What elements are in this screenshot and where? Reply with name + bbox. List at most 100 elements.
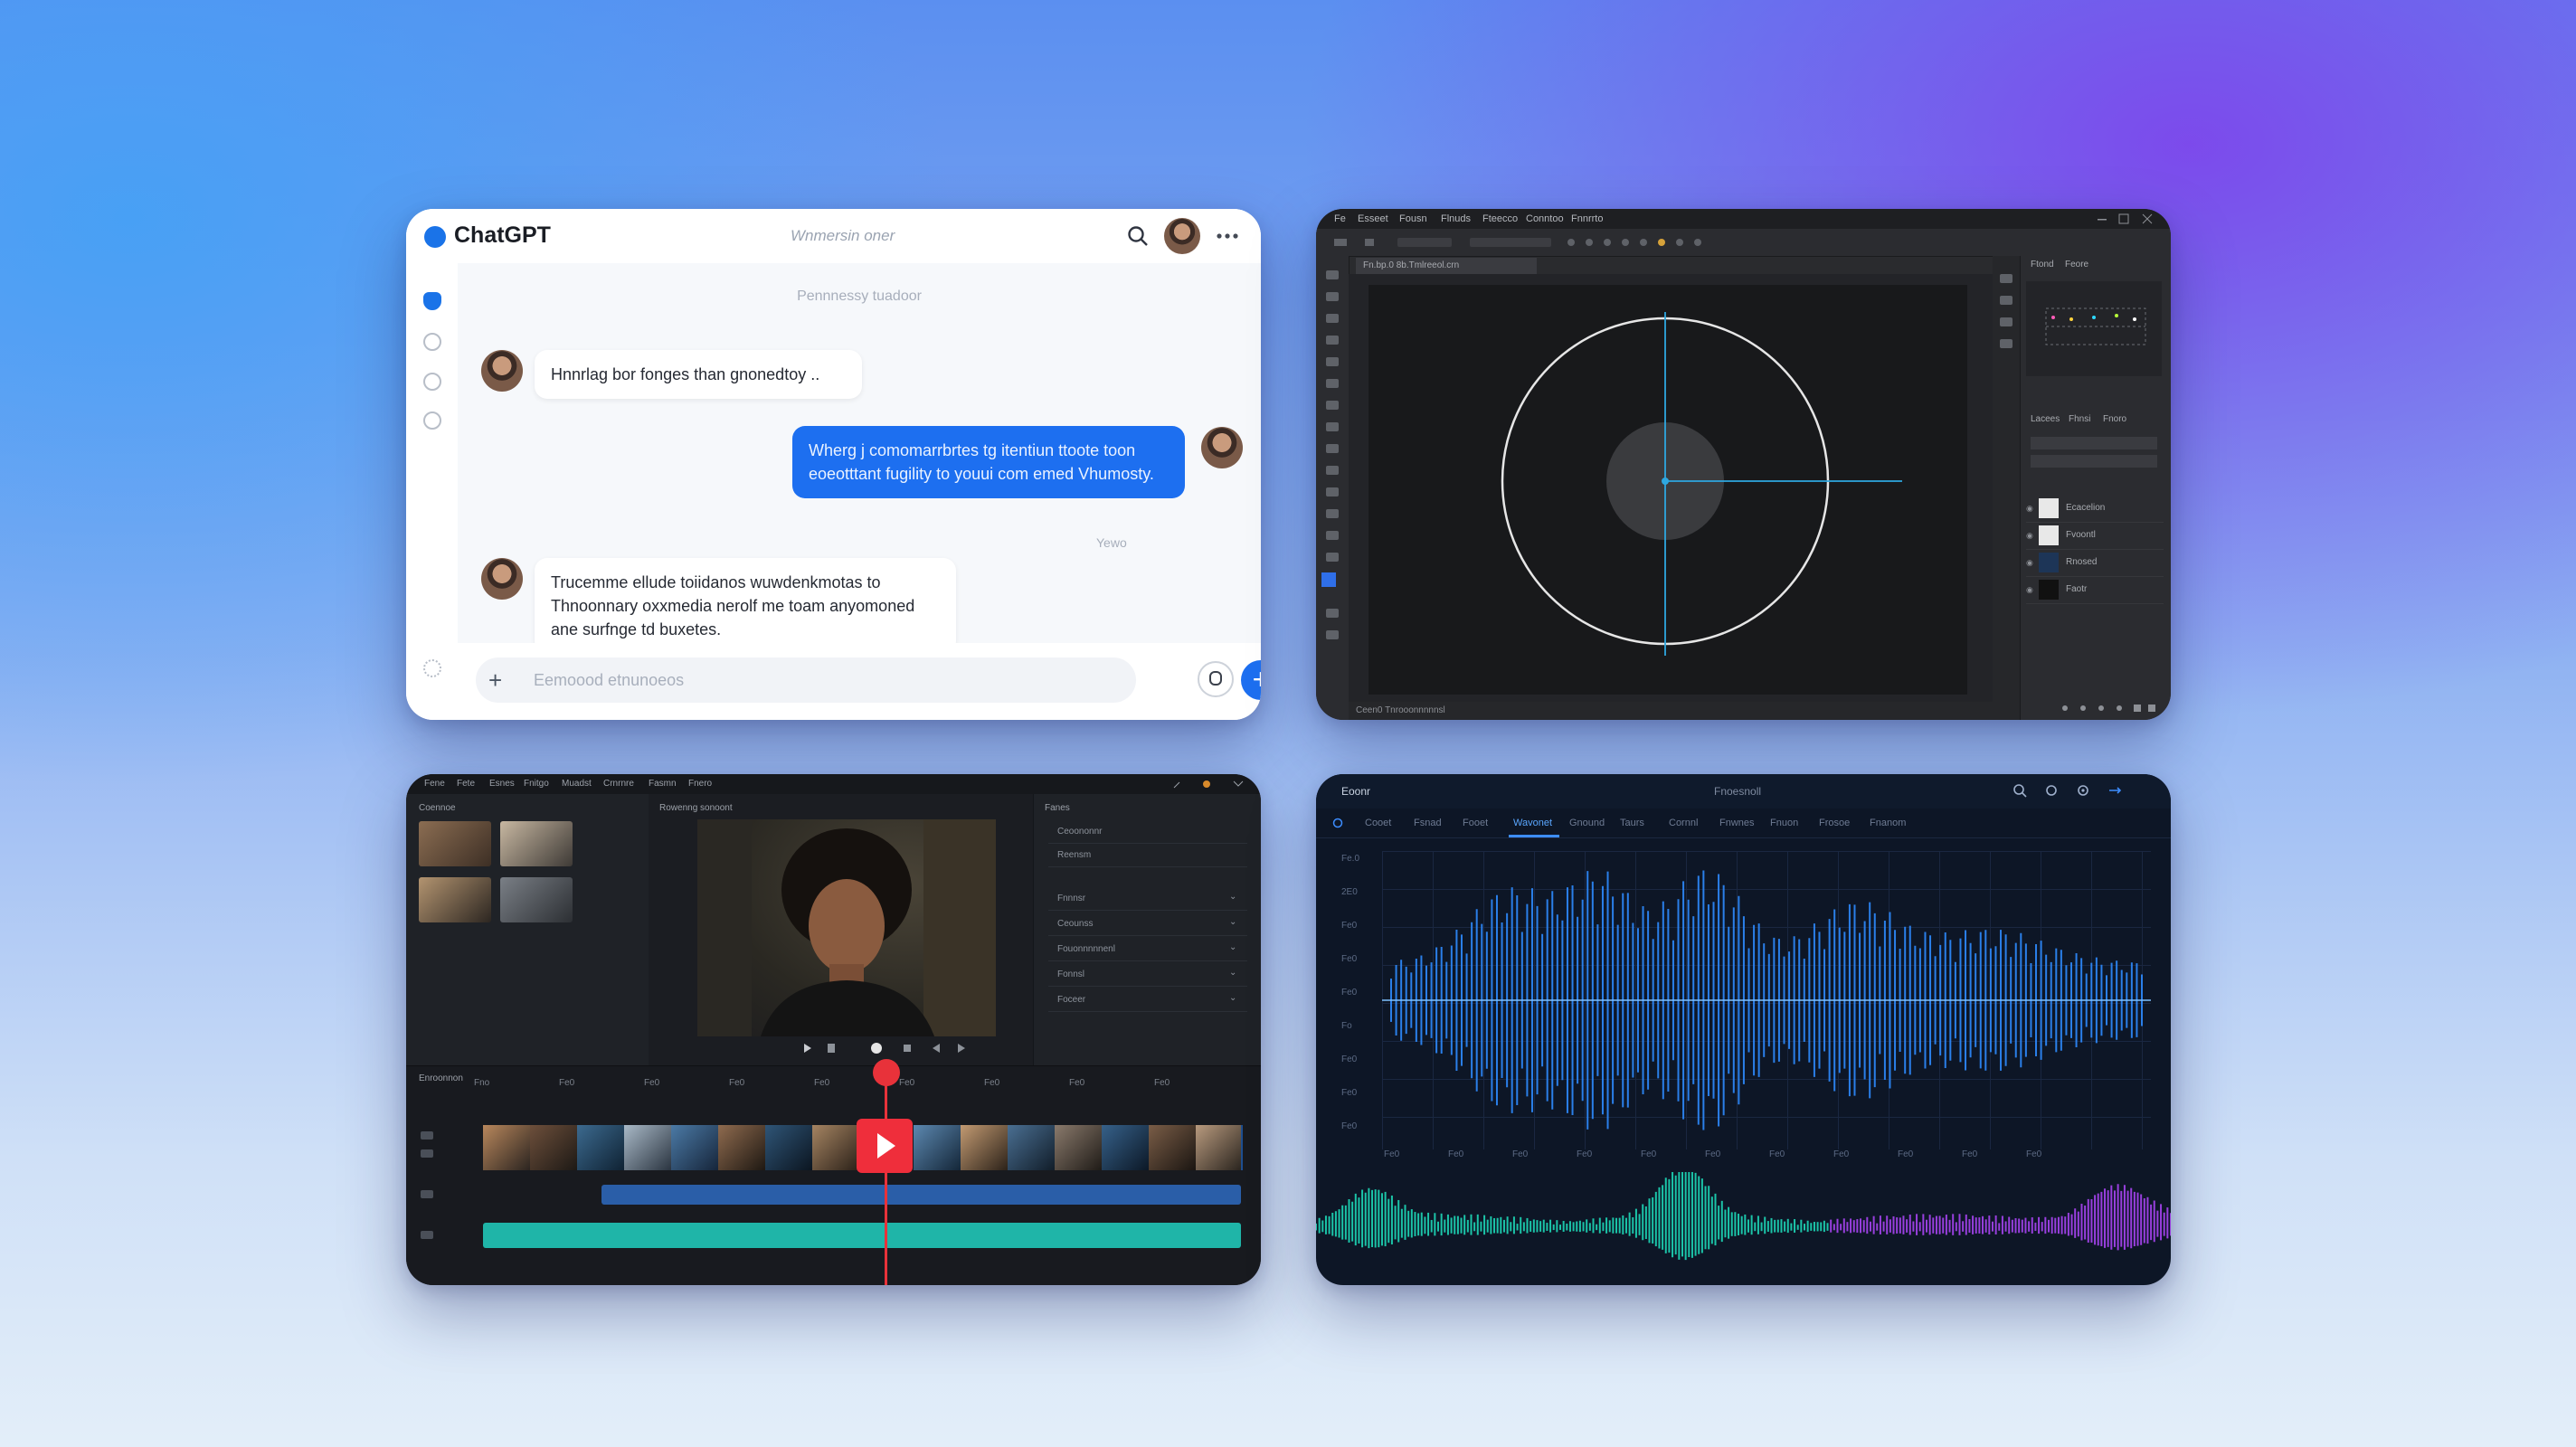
menu-item[interactable]: Conntoo bbox=[1526, 213, 1564, 224]
chevron-down-icon[interactable]: ⌄ bbox=[1229, 993, 1236, 1003]
history-icon[interactable] bbox=[423, 333, 441, 351]
menu-item[interactable]: Fasmn bbox=[649, 779, 677, 789]
pen-tool-icon[interactable] bbox=[1326, 466, 1339, 475]
marquee-tool-icon[interactable] bbox=[1326, 292, 1339, 301]
play-button[interactable] bbox=[857, 1119, 913, 1173]
anchor-point[interactable] bbox=[1662, 478, 1669, 485]
track-video-icon[interactable] bbox=[421, 1131, 433, 1140]
video-clip[interactable] bbox=[765, 1125, 814, 1170]
eyedropper-tool-icon[interactable] bbox=[1326, 357, 1339, 366]
media-thumbnail[interactable] bbox=[419, 877, 491, 922]
property-row[interactable]: Ceounss ⌄ bbox=[1048, 912, 1247, 936]
spectrum-strip[interactable] bbox=[1316, 1172, 2171, 1285]
video-clip[interactable] bbox=[1055, 1125, 1103, 1170]
settings-icon[interactable] bbox=[2076, 783, 2090, 798]
menu-item[interactable]: Fete bbox=[457, 779, 475, 789]
media-thumbnail[interactable] bbox=[419, 821, 491, 866]
menu-item[interactable]: Fnnrrto bbox=[1571, 213, 1603, 224]
video-clip[interactable] bbox=[577, 1125, 626, 1170]
panel-tab[interactable]: Feore bbox=[2065, 260, 2088, 270]
property-row[interactable]: Fonnsl ⌄ bbox=[1048, 962, 1247, 987]
document-tab[interactable]: Fn.bp.0 8b.Tmlreeol.crn bbox=[1356, 258, 1537, 274]
window-controls[interactable] bbox=[2094, 213, 2157, 224]
message-input[interactable]: + Eemoood etnunoeos bbox=[476, 657, 1136, 703]
menu-item[interactable]: Esnes bbox=[489, 779, 515, 789]
plus-icon[interactable]: + bbox=[488, 667, 502, 695]
video-clip[interactable] bbox=[914, 1125, 962, 1170]
eye-icon[interactable]: ◉ bbox=[2026, 558, 2033, 568]
gradient-tool-icon[interactable] bbox=[1326, 444, 1339, 453]
tab[interactable]: Fsnad bbox=[1414, 818, 1442, 828]
track-music-icon[interactable] bbox=[421, 1231, 433, 1239]
blend-mode-select[interactable] bbox=[2031, 437, 2157, 449]
property-row[interactable]: Reensm bbox=[1048, 843, 1247, 867]
menu-item[interactable]: Fe bbox=[1334, 213, 1346, 224]
crop-tool-icon[interactable] bbox=[1326, 336, 1339, 345]
panel-tab[interactable]: Ftond bbox=[2031, 260, 2054, 270]
chevron-down-icon[interactable]: ⌄ bbox=[1229, 968, 1236, 978]
screenmode-tool-icon[interactable] bbox=[1326, 630, 1339, 639]
chevron-down-icon[interactable]: ⌄ bbox=[1229, 892, 1236, 902]
type-tool-icon[interactable] bbox=[1326, 487, 1339, 497]
more-icon[interactable] bbox=[1216, 231, 1239, 241]
tab[interactable]: Fnwnes bbox=[1719, 818, 1755, 828]
zoom-tool-icon[interactable] bbox=[1326, 553, 1339, 562]
search-icon[interactable] bbox=[2012, 783, 2027, 798]
tab[interactable]: Cooet bbox=[1365, 818, 1391, 828]
track-lock-icon[interactable] bbox=[421, 1149, 433, 1158]
send-button[interactable]: + bbox=[1241, 660, 1261, 700]
document-canvas[interactable] bbox=[1368, 285, 1967, 695]
video-clip[interactable] bbox=[483, 1125, 532, 1170]
playhead[interactable] bbox=[885, 1065, 887, 1285]
options-icons[interactable] bbox=[1334, 236, 1714, 249]
audio-track-clip[interactable] bbox=[601, 1185, 1241, 1205]
property-row[interactable]: Fnnnsr ⌄ bbox=[1048, 886, 1247, 911]
tab[interactable]: Gnound bbox=[1569, 818, 1605, 828]
video-clip[interactable] bbox=[530, 1125, 579, 1170]
layer-action-icons[interactable] bbox=[2058, 702, 2157, 714]
layer-row[interactable]: ◉ Ecacelion bbox=[2026, 495, 2164, 523]
lasso-tool-icon[interactable] bbox=[1326, 314, 1339, 323]
property-row[interactable]: Fouonnnnnenl ⌄ bbox=[1048, 937, 1247, 961]
media-thumbnail[interactable] bbox=[500, 877, 573, 922]
menu-item[interactable]: Crnrnre bbox=[603, 779, 634, 789]
eye-icon[interactable]: ◉ bbox=[2026, 531, 2033, 541]
curves-graph[interactable] bbox=[2026, 281, 2162, 376]
library-icon[interactable] bbox=[423, 411, 441, 430]
track-audio-icon[interactable] bbox=[421, 1190, 433, 1198]
record-icon[interactable] bbox=[1332, 818, 1343, 828]
menu-item[interactable]: Fene bbox=[424, 779, 445, 789]
adjust-panel-icon[interactable] bbox=[2000, 296, 2012, 305]
tab[interactable]: Fnuon bbox=[1770, 818, 1798, 828]
playhead-handle[interactable] bbox=[873, 1059, 900, 1086]
menu-item[interactable]: Fnitgo bbox=[524, 779, 549, 789]
media-thumbnail[interactable] bbox=[500, 821, 573, 866]
search-icon[interactable] bbox=[1126, 224, 1150, 248]
mic-button[interactable] bbox=[1198, 661, 1234, 697]
eye-icon[interactable]: ◉ bbox=[2026, 504, 2033, 514]
video-clip[interactable] bbox=[1149, 1125, 1198, 1170]
chevron-down-icon[interactable]: ⌄ bbox=[1229, 917, 1236, 927]
tab[interactable]: Taurs bbox=[1620, 818, 1644, 828]
tab[interactable]: Cornnl bbox=[1669, 818, 1698, 828]
tab[interactable]: Frosoe bbox=[1819, 818, 1850, 828]
loop-icon[interactable] bbox=[2044, 783, 2059, 798]
window-controls[interactable] bbox=[1170, 779, 1252, 790]
video-clip[interactable] bbox=[624, 1125, 673, 1170]
layer-row[interactable]: ◉ Faotr bbox=[2026, 576, 2164, 604]
layers-tab[interactable]: Lacees bbox=[2031, 414, 2060, 424]
waveform-plot[interactable] bbox=[1382, 851, 2151, 1149]
timeline-ruler[interactable]: Fno Fe0 Fe0 Fe0 Fe0 Fe0 Fe0 Fe0 Fe0 bbox=[474, 1078, 1243, 1096]
menu-item[interactable]: Fnero bbox=[688, 779, 712, 789]
video-clip[interactable] bbox=[961, 1125, 1009, 1170]
quickmask-tool-icon[interactable] bbox=[1326, 609, 1339, 618]
layers-tab[interactable]: Fhnsi bbox=[2069, 414, 2090, 424]
tab[interactable]: Fnanom bbox=[1870, 818, 1906, 828]
expand-icon[interactable] bbox=[2107, 783, 2122, 798]
menu-item[interactable]: Esseet bbox=[1358, 213, 1388, 224]
brush-tool-icon[interactable] bbox=[1326, 379, 1339, 388]
history-panel-icon[interactable] bbox=[2000, 274, 2012, 283]
music-track-clip[interactable] bbox=[483, 1223, 1241, 1248]
video-clip[interactable] bbox=[1196, 1125, 1243, 1170]
preview-frame[interactable] bbox=[697, 819, 996, 1036]
